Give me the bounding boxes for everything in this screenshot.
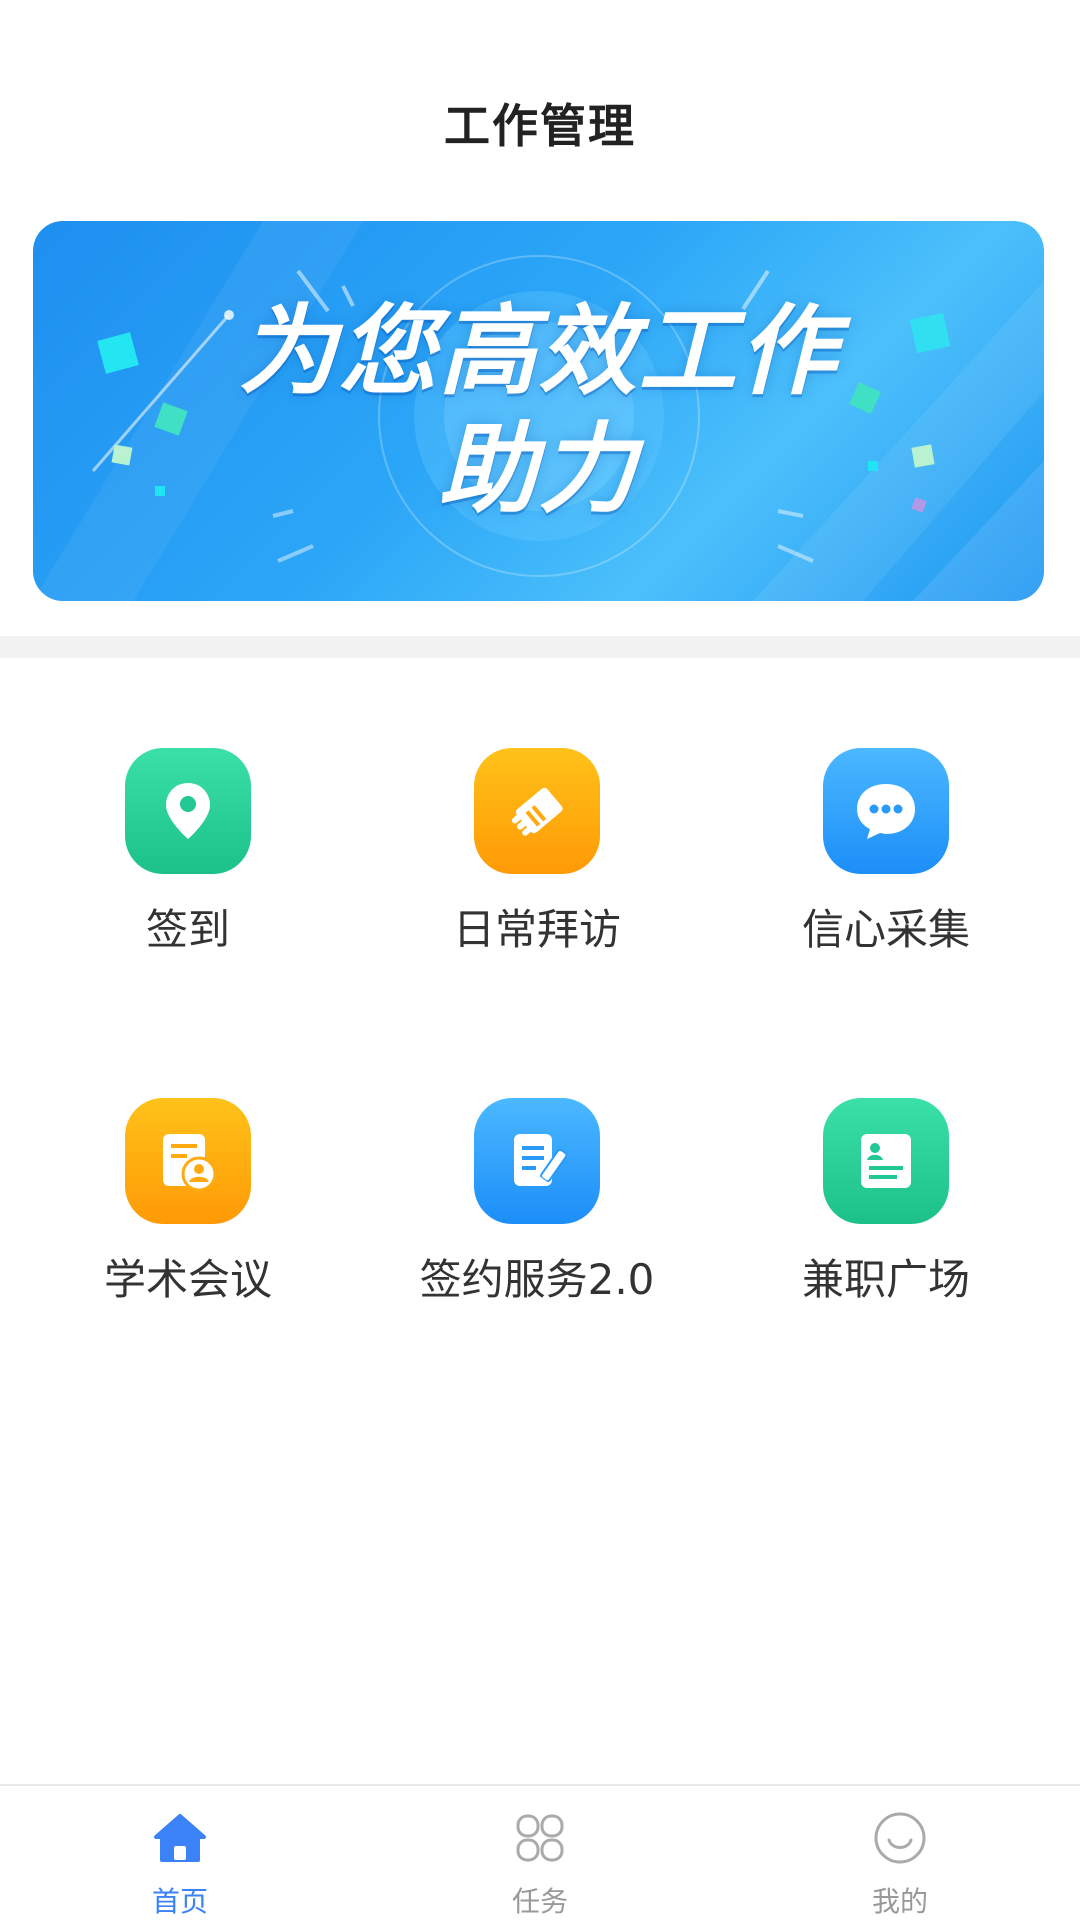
tab-tasks[interactable]: 任务 bbox=[360, 1786, 720, 1922]
banner-line-1: 为您高效工作 bbox=[238, 295, 839, 409]
menu-item-academic-meeting[interactable]: 学术会议 bbox=[8, 1008, 368, 1308]
menu-label: 日常拜访 bbox=[452, 905, 621, 954]
conference-badge-icon bbox=[163, 1134, 217, 1192]
section-divider bbox=[0, 636, 1080, 658]
contract-service-tile bbox=[474, 1098, 600, 1224]
menu-item-daily-visit[interactable]: 日常拜访 bbox=[357, 658, 717, 958]
banner-line-2: 助力 bbox=[438, 413, 639, 527]
work-management-page: 工作管理 为您高效工作 助力 签到 日常拜访 信心采集 学术会议 签约服务2.0… bbox=[0, 0, 1080, 1922]
tab-label-mine: 我的 bbox=[871, 1885, 928, 1918]
menu-label: 签约服务2.0 bbox=[419, 1255, 655, 1304]
menu-label: 学术会议 bbox=[103, 1255, 272, 1304]
menu-item-part-time-square[interactable]: 兼职广场 bbox=[706, 1008, 1066, 1308]
top-header: 工作管理 bbox=[0, 0, 1080, 210]
promo-banner[interactable]: 为您高效工作 助力 bbox=[33, 221, 1044, 601]
daily-visit-tile bbox=[474, 748, 600, 874]
academic-meeting-tile bbox=[125, 1098, 251, 1224]
smile-face-icon bbox=[870, 1808, 930, 1868]
tab-mine[interactable]: 我的 bbox=[720, 1786, 1080, 1922]
tab-home[interactable]: 首页 bbox=[0, 1786, 360, 1922]
tab-label-tasks: 任务 bbox=[511, 1885, 568, 1918]
tab-label-home: 首页 bbox=[151, 1885, 208, 1918]
menu-label: 兼职广场 bbox=[801, 1255, 970, 1304]
menu-label: 信心采集 bbox=[801, 905, 970, 954]
page-title: 工作管理 bbox=[444, 99, 636, 153]
home-icon bbox=[150, 1808, 210, 1868]
chat-bubble-icon bbox=[857, 784, 915, 839]
part-time-square-tile bbox=[823, 1098, 949, 1224]
menu-item-contract-service[interactable]: 签约服务2.0 bbox=[357, 1008, 717, 1308]
handshake-icon bbox=[511, 787, 563, 836]
menu-label: 签到 bbox=[145, 905, 230, 954]
bottom-tab-bar: 首页 任务 我的 bbox=[0, 1784, 1080, 1922]
profile-card-icon bbox=[861, 1134, 911, 1188]
location-pin-icon bbox=[166, 783, 210, 839]
banner-slogan: 为您高效工作 助力 bbox=[33, 221, 1044, 601]
document-edit-icon bbox=[514, 1134, 568, 1187]
confidence-collection-tile bbox=[823, 748, 949, 874]
check-in-tile bbox=[125, 748, 251, 874]
grid-four-icon bbox=[510, 1808, 570, 1868]
menu-item-confidence-collection[interactable]: 信心采集 bbox=[706, 658, 1066, 958]
menu-item-check-in[interactable]: 签到 bbox=[8, 658, 368, 958]
